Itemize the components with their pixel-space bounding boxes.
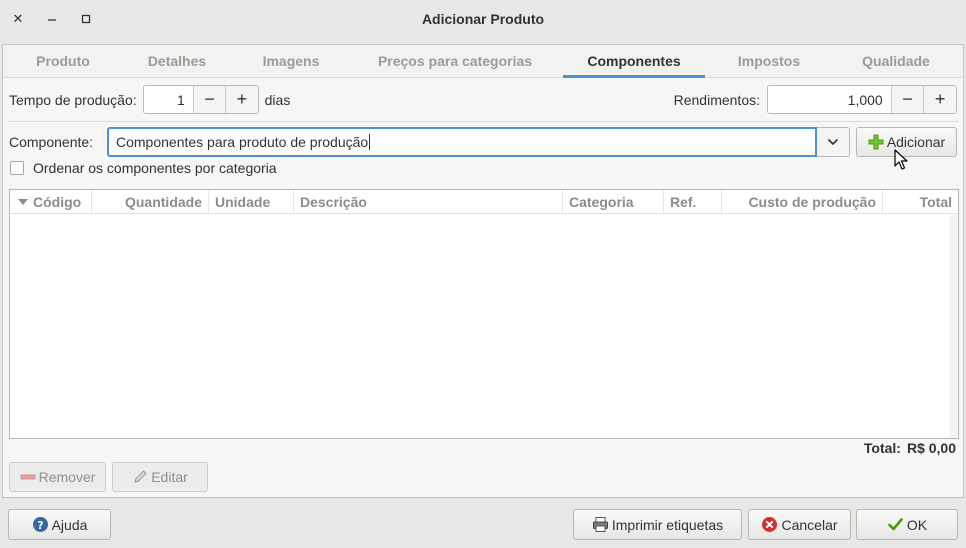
ok-button[interactable]: OK — [856, 509, 958, 540]
column-header-total[interactable]: Total — [883, 190, 958, 213]
tab-precos-para-categorias[interactable]: Preços para categorias — [351, 45, 559, 77]
tab-impostos[interactable]: Impostos — [709, 45, 829, 77]
column-header-unidade[interactable]: Unidade — [209, 190, 294, 213]
cancel-icon — [762, 517, 778, 532]
plus-icon — [868, 134, 884, 150]
component-label: Componente: — [9, 134, 94, 150]
production-time-increment-button[interactable]: + — [225, 86, 258, 113]
close-window-icon[interactable]: ✕ — [8, 9, 28, 29]
title-bar: ✕ Adicionar Produto — [0, 0, 966, 38]
edit-label: Editar — [151, 469, 188, 485]
window-title: Adicionar Produto — [421, 11, 545, 27]
column-header-ref[interactable]: Ref. — [664, 190, 722, 213]
maximize-window-icon[interactable] — [76, 9, 96, 29]
component-dropdown-button[interactable] — [817, 127, 850, 157]
dialog-content: Produto Detalhes Imagens Preços para cat… — [2, 44, 964, 498]
total-label: Total: — [863, 440, 901, 456]
tab-qualidade[interactable]: Qualidade — [829, 45, 963, 77]
printer-icon — [592, 517, 608, 532]
sort-descending-icon — [18, 198, 28, 205]
mouse-pointer-icon — [894, 149, 908, 170]
yield-row: Rendimentos: 1,000 − + — [674, 85, 957, 114]
separator — [9, 121, 959, 122]
help-label: Ajuda — [51, 516, 88, 533]
production-time-unit: dias — [264, 91, 291, 108]
checkmark-icon — [888, 518, 903, 531]
print-labels-button[interactable]: Imprimir etiquetas — [573, 509, 742, 540]
tab-produto[interactable]: Produto — [3, 45, 123, 77]
component-input-text: Componentes para produto de produção — [116, 134, 369, 150]
yield-value[interactable]: 1,000 — [768, 86, 891, 113]
components-table: Código Quantidade Unidade Descrição Cate… — [9, 189, 959, 439]
minus-icon — [20, 474, 35, 480]
production-time-value[interactable]: 1 — [144, 86, 193, 113]
tab-imagens[interactable]: Imagens — [231, 45, 351, 77]
sort-by-category-label[interactable]: Ordenar os componentes por categoria — [33, 160, 277, 176]
column-header-custo-de-producao[interactable]: Custo de produção — [722, 190, 883, 213]
add-component-label: Adicionar — [886, 134, 946, 150]
sort-by-category-row: Ordenar os componentes por categoria — [10, 160, 277, 176]
column-header-categoria[interactable]: Categoria — [563, 190, 664, 213]
yield-spinner: 1,000 − + — [767, 85, 957, 114]
component-input[interactable]: Componentes para produto de produção — [107, 127, 817, 157]
tab-bar: Produto Detalhes Imagens Preços para cat… — [3, 45, 963, 78]
minimize-window-icon[interactable] — [42, 9, 62, 29]
yield-decrement-button[interactable]: − — [890, 86, 924, 113]
column-header-codigo[interactable]: Código — [10, 190, 92, 213]
sort-by-category-checkbox[interactable] — [10, 161, 24, 175]
cancel-label: Cancelar — [781, 516, 838, 533]
production-time-spinner: 1 − + — [142, 85, 259, 114]
table-vertical-scrollbar[interactable] — [950, 215, 958, 438]
text-cursor — [369, 134, 371, 150]
tab-detalhes[interactable]: Detalhes — [123, 45, 231, 77]
production-time-decrement-button[interactable]: − — [192, 86, 226, 113]
yield-increment-button[interactable]: + — [923, 86, 956, 113]
column-header-label: Código — [33, 193, 82, 210]
cancel-button[interactable]: Cancelar — [748, 509, 851, 540]
help-icon: ? — [32, 517, 48, 532]
help-button[interactable]: ? Ajuda — [8, 509, 111, 540]
svg-text:?: ? — [37, 519, 43, 532]
print-labels-label: Imprimir etiquetas — [611, 516, 724, 533]
component-combo: Componentes para produto de produção — [107, 127, 850, 157]
yield-label: Rendimentos: — [673, 91, 760, 108]
table-header: Código Quantidade Unidade Descrição Cate… — [10, 190, 958, 214]
pencil-icon — [134, 470, 147, 483]
ok-label: OK — [906, 516, 928, 533]
remove-label: Remover — [38, 469, 96, 485]
total-value: R$ 0,00 — [906, 440, 956, 456]
column-header-descricao[interactable]: Descrição — [294, 190, 563, 213]
column-header-quantidade[interactable]: Quantidade — [92, 190, 209, 213]
edit-button[interactable]: Editar — [112, 462, 208, 492]
total-summary: Total: R$ 0,00 — [864, 440, 956, 456]
tab-componentes[interactable]: Componentes — [559, 45, 709, 78]
production-time-row: Tempo de produção: 1 − + dias — [9, 85, 290, 114]
chevron-down-icon — [827, 138, 839, 146]
production-time-label: Tempo de produção: — [9, 91, 137, 108]
remove-button[interactable]: Remover — [9, 462, 106, 492]
